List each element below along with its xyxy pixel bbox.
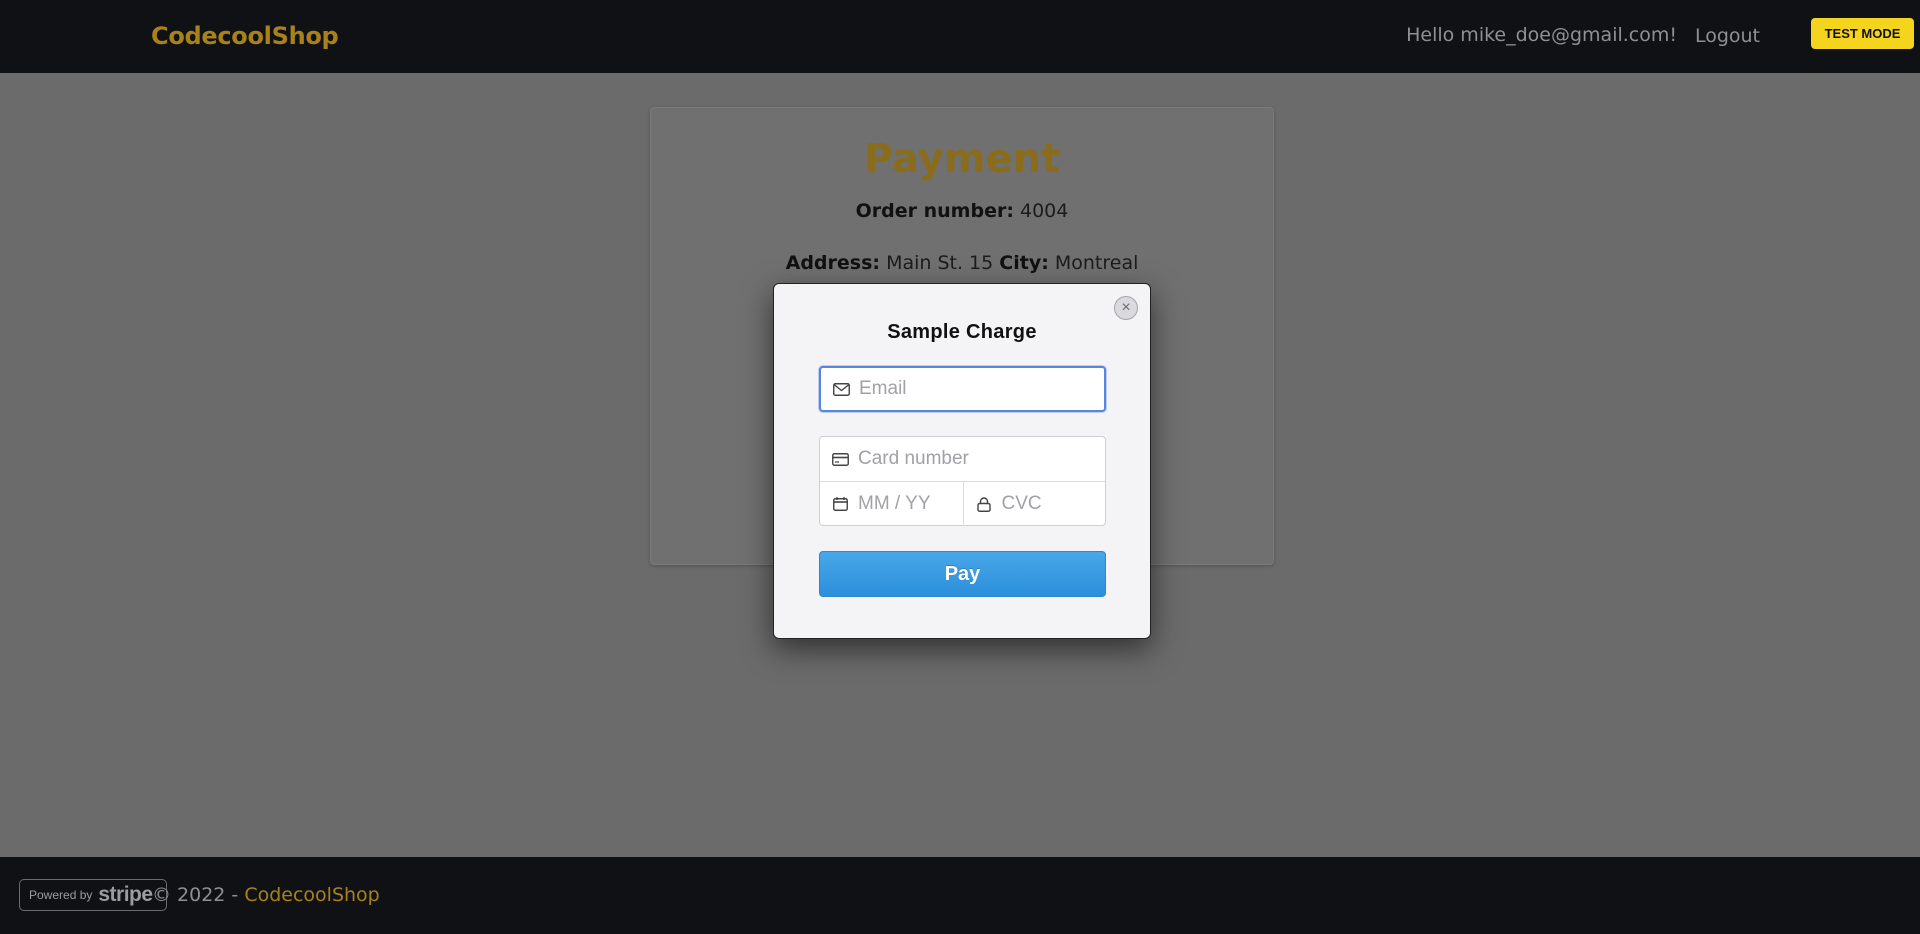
address-label: Address: — [785, 252, 881, 274]
brand-logo[interactable]: CodecoolShop — [151, 22, 339, 50]
pay-button[interactable]: Pay — [819, 551, 1106, 597]
card-number-placeholder: Card number — [858, 448, 969, 469]
test-mode-badge: TEST MODE — [1811, 18, 1914, 49]
powered-by-label: Powered by — [29, 888, 93, 902]
powered-by-stripe-badge[interactable]: Powered by stripe — [19, 879, 167, 911]
address-line: Address: Main St. 15 City: Montreal — [651, 252, 1273, 274]
stripe-logo: stripe — [98, 883, 153, 906]
expiry-field[interactable]: MM / YY — [820, 482, 963, 526]
cvc-field[interactable]: CVC — [962, 482, 1106, 526]
order-number-value: 4004 — [1020, 200, 1069, 222]
card-number-field[interactable]: Card number — [820, 437, 1105, 482]
copyright-prefix: © 2022 - — [152, 884, 245, 906]
city-value: Montreal — [1054, 252, 1139, 274]
lock-icon — [975, 495, 993, 513]
card-details-group: Card number MM / YY CVC — [819, 436, 1106, 526]
calendar-icon — [831, 495, 849, 513]
copyright: © 2022 - CodecoolShop — [152, 884, 380, 906]
email-field[interactable]: Email — [819, 366, 1106, 412]
modal-title: Sample Charge — [887, 321, 1037, 343]
top-navbar: CodecoolShop Hello mike_doe@gmail.com! L… — [0, 0, 1920, 73]
card-meta-row: MM / YY CVC — [820, 482, 1105, 526]
expiry-placeholder: MM / YY — [858, 493, 931, 514]
copyright-brand-link[interactable]: CodecoolShop — [244, 884, 379, 906]
page-title: Payment — [863, 136, 1061, 182]
envelope-icon — [832, 380, 850, 398]
order-number-label: Order number: — [855, 200, 1014, 222]
address-value: Main St. 15 — [886, 252, 994, 274]
order-number-line: Order number: 4004 — [651, 200, 1273, 222]
checkout-modal: × Sample Charge Email Card number MM / Y… — [773, 283, 1151, 639]
cvc-placeholder: CVC — [1001, 493, 1042, 514]
city-label: City: — [999, 252, 1049, 274]
email-placeholder: Email — [859, 378, 907, 399]
credit-card-icon — [831, 450, 849, 468]
user-greeting: Hello mike_doe@gmail.com! — [1406, 24, 1677, 46]
logout-link[interactable]: Logout — [1695, 25, 1760, 47]
close-icon[interactable]: × — [1114, 296, 1138, 320]
